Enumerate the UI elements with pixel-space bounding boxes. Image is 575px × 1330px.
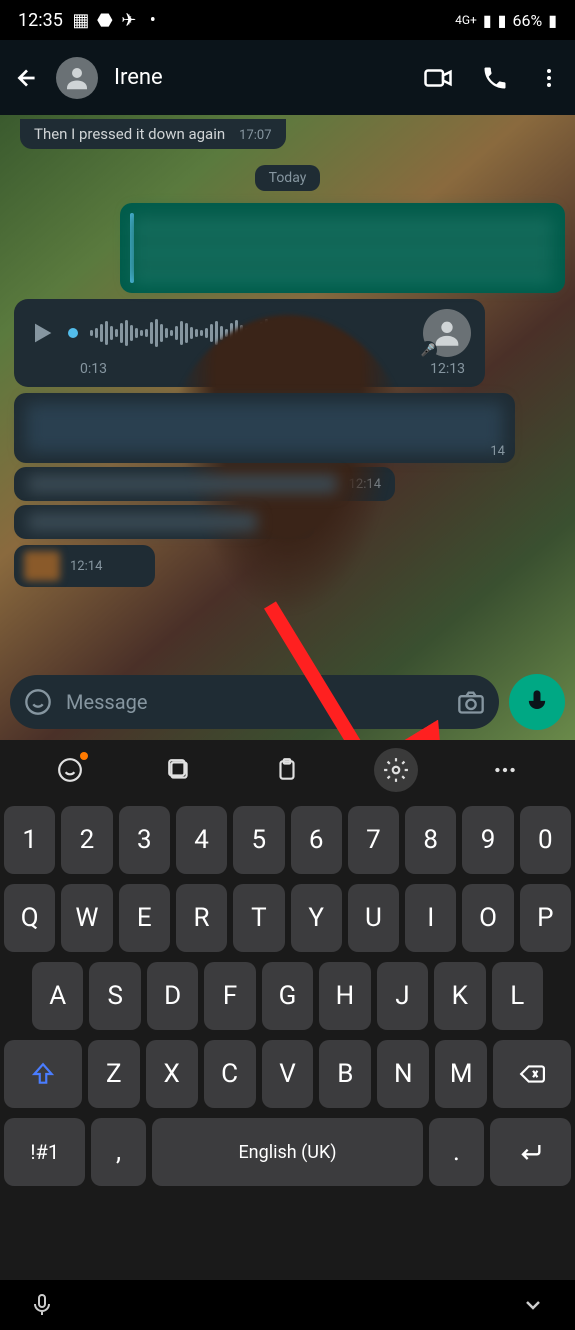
key-t[interactable]: T (233, 884, 284, 952)
more-notif-icon: • (143, 10, 163, 30)
keyboard-collapse-button[interactable] (521, 1293, 545, 1317)
message-text: Then I pressed it down again (34, 125, 225, 143)
voice-call-button[interactable] (481, 64, 509, 92)
key-i[interactable]: I (405, 884, 456, 952)
keyboard-gallery-button[interactable] (157, 748, 201, 792)
redacted-content (132, 213, 553, 283)
key-w[interactable]: W (61, 884, 112, 952)
back-button[interactable] (14, 65, 40, 91)
playback-position-dot[interactable] (68, 328, 78, 338)
signal-icon-2: ▮ (498, 11, 507, 30)
symbols-key[interactable]: !#1 (4, 1118, 85, 1186)
key-2[interactable]: 2 (61, 806, 112, 874)
key-m[interactable]: M (435, 1040, 487, 1108)
message-input-bar: Message (10, 674, 565, 730)
backspace-key[interactable] (493, 1040, 571, 1108)
key-5[interactable]: 5 (233, 806, 284, 874)
telegram-icon: ✈ (119, 10, 139, 30)
image-thumbnail (24, 551, 60, 581)
key-f[interactable]: F (204, 962, 255, 1030)
key-e[interactable]: E (119, 884, 170, 952)
outgoing-reply-message[interactable] (120, 203, 565, 293)
key-z[interactable]: Z (88, 1040, 140, 1108)
message-time: 12:14 (70, 559, 102, 574)
key-3[interactable]: 3 (119, 806, 170, 874)
redacted-content (28, 513, 257, 531)
key-8[interactable]: 8 (405, 806, 456, 874)
key-g[interactable]: G (262, 962, 313, 1030)
key-a[interactable]: A (32, 962, 83, 1030)
signal-icon-1: ▮ (483, 11, 492, 30)
network-type: 4G+ (455, 13, 477, 27)
redacted-content (28, 475, 337, 493)
key-1[interactable]: 1 (4, 806, 55, 874)
period-key[interactable]: . (429, 1118, 483, 1186)
key-y[interactable]: Y (291, 884, 342, 952)
key-x[interactable]: X (146, 1040, 198, 1108)
message-time: 17:07 (239, 128, 271, 143)
mic-badge-icon: 🎤 (419, 341, 437, 359)
key-d[interactable]: D (147, 962, 198, 1030)
key-h[interactable]: H (319, 962, 370, 1030)
key-n[interactable]: N (377, 1040, 429, 1108)
keyboard-more-button[interactable] (483, 748, 527, 792)
emoji-button[interactable] (24, 688, 52, 716)
key-l[interactable]: L (492, 962, 543, 1030)
key-u[interactable]: U (348, 884, 399, 952)
play-button[interactable] (28, 319, 56, 347)
voice-sender-avatar: 🎤 (423, 309, 471, 357)
voice-record-button[interactable] (509, 674, 565, 730)
contact-name[interactable]: Irene (114, 65, 407, 90)
comma-key[interactable]: , (91, 1118, 145, 1186)
key-j[interactable]: J (377, 962, 428, 1030)
day-separator: Today (0, 165, 575, 191)
enter-key[interactable] (490, 1118, 571, 1186)
key-4[interactable]: 4 (176, 806, 227, 874)
key-q[interactable]: Q (4, 884, 55, 952)
keyboard-settings-button[interactable] (374, 748, 418, 792)
key-9[interactable]: 9 (462, 806, 513, 874)
incoming-image-message[interactable]: 12:14 (14, 545, 155, 587)
key-r[interactable]: R (176, 884, 227, 952)
shift-key[interactable] (4, 1040, 82, 1108)
key-v[interactable]: V (262, 1040, 314, 1108)
key-s[interactable]: S (89, 962, 140, 1030)
camera-button[interactable] (457, 688, 485, 716)
key-p[interactable]: P (520, 884, 571, 952)
notif-icon-2: ⬣ (95, 10, 115, 30)
contact-avatar[interactable] (56, 57, 98, 99)
notif-icon-1: ▦ (71, 10, 91, 30)
day-label: Today (255, 165, 321, 191)
status-bar: 12:35 ▦ ⬣ ✈ • 4G+ ▮ ▮ 66% ▮ (0, 0, 575, 40)
old-incoming-message[interactable]: Then I pressed it down again 17:07 (20, 119, 286, 149)
incoming-message-redacted[interactable]: 14 (14, 393, 515, 463)
more-options-button[interactable] (537, 66, 561, 90)
key-7[interactable]: 7 (348, 806, 399, 874)
voice-sent-time: 12:13 (430, 361, 465, 377)
keyboard: 1234567890 QWERTYUIOP ASDFGHJKL ZXCVBNM … (0, 740, 575, 1280)
keyboard-toolbar (0, 740, 575, 800)
key-b[interactable]: B (319, 1040, 371, 1108)
voice-duration: 0:13 (80, 361, 107, 377)
message-input-field[interactable]: Message (10, 675, 499, 729)
chat-header: Irene (0, 40, 575, 115)
key-k[interactable]: K (434, 962, 485, 1030)
battery-text: 66% (512, 11, 542, 30)
video-call-button[interactable] (423, 63, 453, 93)
system-nav-bar (0, 1280, 575, 1330)
message-placeholder: Message (66, 690, 443, 714)
key-c[interactable]: C (204, 1040, 256, 1108)
keyboard-clipboard-button[interactable] (265, 748, 309, 792)
status-time: 12:35 (18, 10, 63, 31)
space-key[interactable]: English (UK) (152, 1118, 424, 1186)
message-time: 14 (490, 444, 505, 459)
key-6[interactable]: 6 (291, 806, 342, 874)
key-0[interactable]: 0 (520, 806, 571, 874)
voice-input-button[interactable] (30, 1293, 54, 1317)
battery-icon: ▮ (548, 11, 557, 30)
key-o[interactable]: O (462, 884, 513, 952)
redacted-content (26, 403, 503, 453)
keyboard-emoji-button[interactable] (48, 748, 92, 792)
chat-area[interactable]: Then I pressed it down again 17:07 Today… (0, 115, 575, 740)
